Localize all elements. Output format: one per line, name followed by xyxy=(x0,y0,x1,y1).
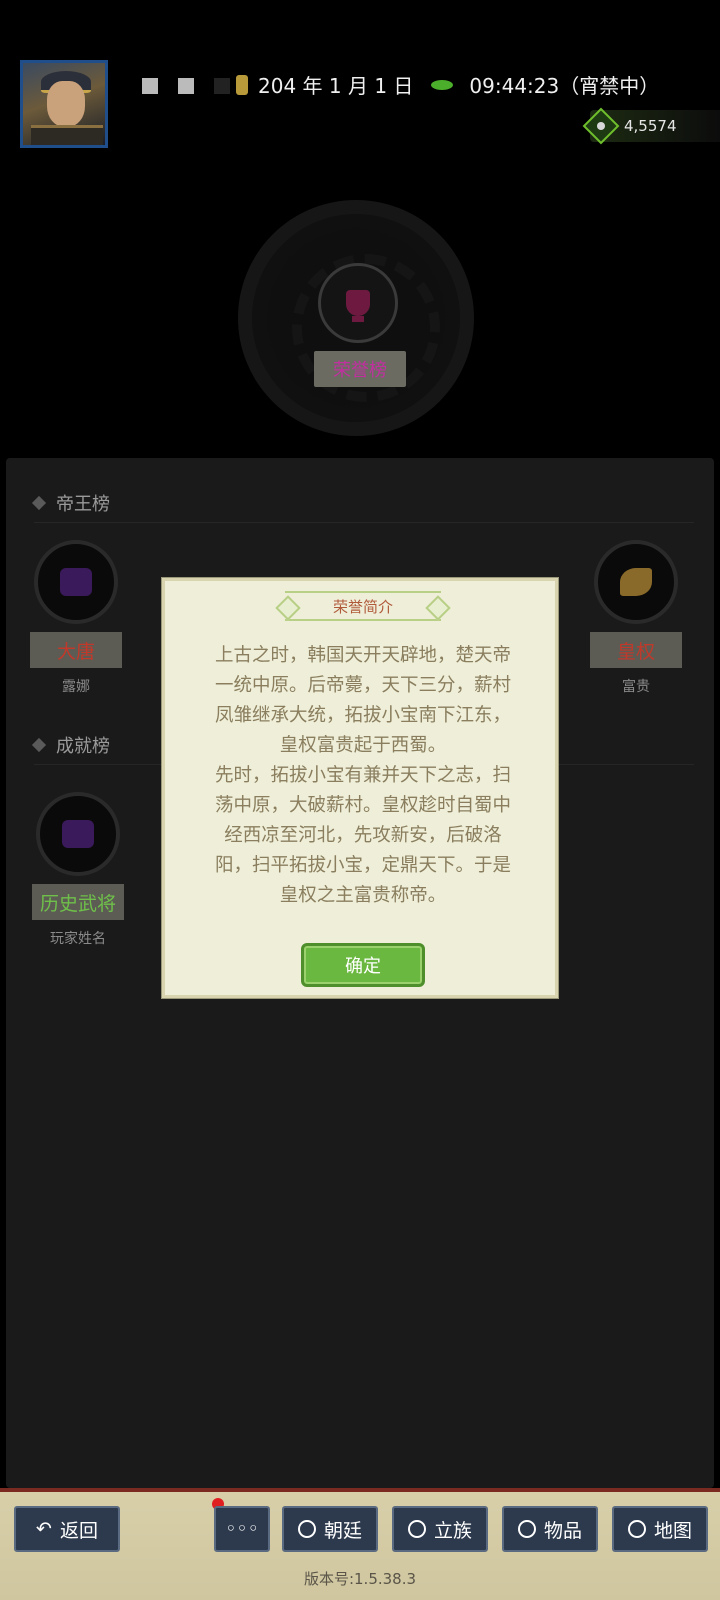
map-button[interactable]: 地图 xyxy=(612,1506,708,1552)
dialog-line: 一统中原。后帝薨，天下三分，薪村 xyxy=(214,675,511,696)
items-button[interactable]: 物品 xyxy=(502,1506,598,1552)
currency-display[interactable]: 4,5574 xyxy=(582,107,720,145)
rank-emblem xyxy=(36,792,120,876)
map-icon xyxy=(627,1520,646,1538)
back-button[interactable]: ↶ 返回 xyxy=(14,1506,120,1552)
player-avatar[interactable] xyxy=(20,60,108,148)
achievement-item-historic-general[interactable]: 历史武将 玩家姓名 xyxy=(28,792,128,948)
court-button[interactable]: 朝廷 xyxy=(282,1506,378,1552)
bottom-nav-bar: ↶ 返回 ◦◦◦ 朝廷 立族 物品 地图 版本号:1.5.38.3 xyxy=(0,1488,720,1600)
achievement-section-title: 成就榜 xyxy=(31,732,110,758)
game-date: 204 年 1 月 1 日 xyxy=(258,74,414,98)
dialog-line: 阳，扫平拓拔小宝，定鼎天下。于是 xyxy=(214,855,511,876)
cricket-icon xyxy=(431,79,454,90)
honor-board-label[interactable]: 荣誉榜 xyxy=(314,351,406,387)
dialog-title: 荣誉简介 xyxy=(332,597,393,616)
dialog-line: 皇权富贵起于西蜀。 xyxy=(279,735,447,756)
dialog-line: 上古之时，韩国天开天辟地，楚天帝 xyxy=(214,645,511,666)
confirm-button[interactable]: 确定 xyxy=(301,943,425,987)
rank-emblem xyxy=(34,540,118,624)
divider xyxy=(34,522,694,523)
dialog-line: 凤雏继承大统，拓拔小宝南下江东， xyxy=(214,705,511,726)
diamond-icon xyxy=(31,737,47,753)
clan-icon xyxy=(407,1520,426,1538)
emperor-item-huangquan[interactable]: 皇权 富贵 xyxy=(586,540,686,696)
version-label: 版本号:1.5.38.3 xyxy=(303,1570,417,1588)
dialog-title-bar: 荣誉简介 xyxy=(285,591,441,621)
rank-owner: 露娜 xyxy=(62,679,90,695)
honor-trophy-button[interactable] xyxy=(318,263,398,343)
money-bag-icon xyxy=(582,107,620,145)
trophy-icon xyxy=(346,290,370,322)
honor-intro-dialog: 荣誉简介 上古之时，韩国天开天辟地，楚天帝 一统中原。后帝薨，天下三分，薪村 凤… xyxy=(162,578,558,998)
rank-owner: 玩家姓名 xyxy=(50,931,106,947)
more-button[interactable]: ◦◦◦ xyxy=(214,1506,270,1552)
lantern-icon xyxy=(236,74,248,95)
dialog-body: 上古之时，韩国天开天辟地，楚天帝 一统中原。后帝薨，天下三分，薪村 凤雏继承大统… xyxy=(191,641,535,911)
dialog-line: 皇权之主富贵称帝。 xyxy=(279,885,447,906)
deer-icon xyxy=(60,568,92,596)
bag-icon xyxy=(517,1520,536,1538)
helmet-icon xyxy=(62,820,94,848)
clan-button[interactable]: 立族 xyxy=(392,1506,488,1552)
emperor-item-datang[interactable]: 大唐 露娜 xyxy=(26,540,126,696)
currency-amount: 4,5574 xyxy=(624,117,677,135)
rank-tag: 历史武将 xyxy=(32,884,124,920)
dialog-line: 荡中原，大破薪村。皇权趁时自蜀中 xyxy=(214,795,511,816)
dialog-line: 先时，拓拔小宝有兼并天下之志，扫 xyxy=(214,765,511,786)
dialog-line: 经西凉至河北，先攻新安，后破洛 xyxy=(224,825,502,846)
status-dots xyxy=(142,78,230,94)
rank-emblem xyxy=(594,540,678,624)
back-arrow-icon: ↶ xyxy=(36,1518,52,1540)
diamond-icon xyxy=(31,495,47,511)
emperor-section-title: 帝王榜 xyxy=(31,490,110,516)
eagle-icon xyxy=(620,568,652,596)
rank-tag: 皇权 xyxy=(590,632,682,668)
game-time: 09:44:23（宵禁中） xyxy=(469,74,660,98)
palace-icon xyxy=(297,1520,316,1538)
date-time-row: 204 年 1 月 1 日 09:44:23（宵禁中） xyxy=(236,70,659,99)
rank-owner: 富贵 xyxy=(622,679,650,695)
rank-tag: 大唐 xyxy=(30,632,122,668)
top-header: 204 年 1 月 1 日 09:44:23（宵禁中） 4,5574 荣誉榜 xyxy=(0,0,720,460)
